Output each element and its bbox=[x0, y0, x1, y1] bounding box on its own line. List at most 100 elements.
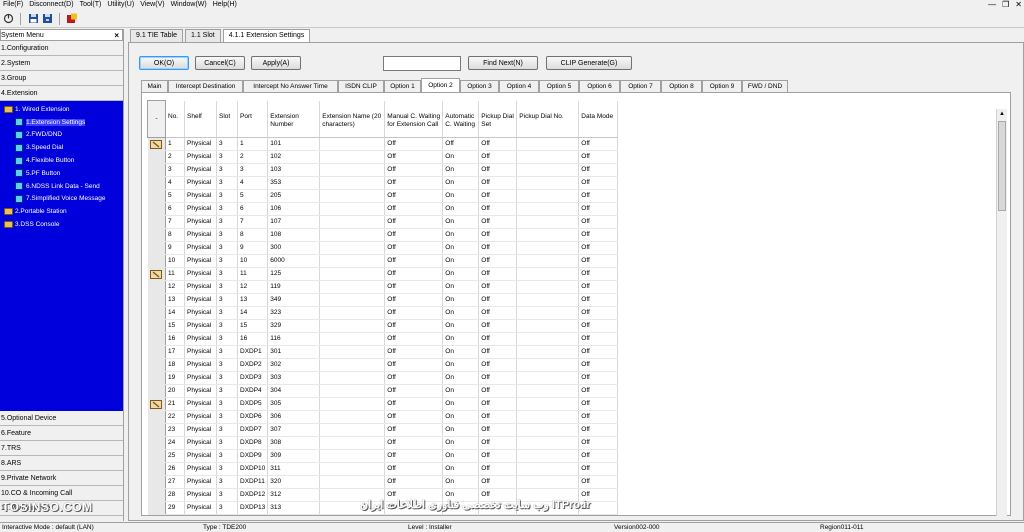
table-cell[interactable] bbox=[319, 475, 386, 489]
menu-help[interactable]: Help(H) bbox=[210, 0, 240, 10]
table-cell[interactable] bbox=[319, 423, 386, 437]
row-selector[interactable] bbox=[147, 176, 166, 190]
table-cell[interactable]: Off bbox=[478, 423, 518, 437]
table-cell[interactable]: 21 bbox=[165, 397, 185, 411]
table-cell[interactable] bbox=[319, 241, 386, 255]
table-cell[interactable] bbox=[516, 228, 580, 242]
subtab[interactable]: Option 1 bbox=[384, 80, 421, 92]
table-cell[interactable] bbox=[319, 293, 386, 307]
table-row[interactable]: 1 Physical 3 1 101 Off Off Off Off bbox=[147, 137, 619, 151]
subtab[interactable]: Option 9 bbox=[702, 80, 742, 92]
table-cell[interactable]: Off bbox=[578, 306, 619, 320]
table-cell[interactable]: On bbox=[442, 345, 480, 359]
row-selector[interactable] bbox=[147, 189, 166, 203]
table-row[interactable]: 3 Physical 3 3 103 Off On Off Off bbox=[147, 163, 619, 177]
table-cell[interactable]: 304 bbox=[267, 384, 321, 398]
row-selector[interactable] bbox=[147, 306, 166, 320]
row-selector[interactable] bbox=[147, 267, 166, 281]
table-cell[interactable]: 3 bbox=[216, 280, 238, 294]
table-cell[interactable] bbox=[516, 202, 580, 216]
table-cell[interactable]: 20 bbox=[165, 384, 185, 398]
table-cell[interactable]: 353 bbox=[267, 176, 321, 190]
table-cell[interactable]: On bbox=[442, 358, 480, 372]
table-cell[interactable]: Off bbox=[478, 241, 518, 255]
category-ars[interactable]: 8.ARS bbox=[0, 456, 123, 471]
table-cell[interactable]: 3 bbox=[216, 475, 238, 489]
table-cell[interactable]: On bbox=[442, 202, 480, 216]
table-cell[interactable]: Physical bbox=[184, 137, 217, 151]
row-selector[interactable] bbox=[147, 397, 166, 411]
category-co-incoming-call[interactable]: 10.CO & Incoming Call bbox=[0, 486, 123, 501]
table-cell[interactable]: Off bbox=[478, 293, 518, 307]
table-cell[interactable]: Physical bbox=[184, 176, 217, 190]
subtab[interactable]: Intercept Destination bbox=[168, 80, 243, 92]
table-cell[interactable]: 19 bbox=[165, 371, 185, 385]
table-row[interactable]: 26 Physical 3 DXDP10 311 Off On Off Off bbox=[147, 462, 619, 476]
table-cell[interactable]: Off bbox=[384, 241, 444, 255]
table-cell[interactable]: Off bbox=[578, 202, 619, 216]
close-icon[interactable]: × bbox=[114, 31, 119, 40]
table-cell[interactable]: 307 bbox=[267, 423, 321, 437]
table-cell[interactable]: 27 bbox=[165, 475, 185, 489]
table-cell[interactable]: Off bbox=[478, 449, 518, 463]
table-cell[interactable]: 1 bbox=[165, 137, 185, 151]
subtab[interactable]: Option 8 bbox=[661, 80, 702, 92]
table-cell[interactable]: 11 bbox=[165, 267, 185, 281]
table-cell[interactable]: 301 bbox=[267, 345, 321, 359]
table-cell[interactable]: Off bbox=[384, 267, 444, 281]
tree-item[interactable]: 1. Wired Extension bbox=[0, 103, 123, 116]
table-cell[interactable]: 101 bbox=[267, 137, 321, 151]
row-selector[interactable] bbox=[147, 371, 166, 385]
select-all-header[interactable]: - bbox=[147, 100, 166, 138]
table-cell[interactable]: On bbox=[442, 319, 480, 333]
table-cell[interactable]: 13 bbox=[165, 293, 185, 307]
table-row[interactable]: 22 Physical 3 DXDP6 306 Off On Off Off bbox=[147, 410, 619, 424]
table-cell[interactable]: Off bbox=[384, 462, 444, 476]
table-cell[interactable]: DXDP12 bbox=[237, 488, 269, 502]
tree-item[interactable]: 3.Speed Dial bbox=[0, 141, 123, 154]
table-cell[interactable]: Off bbox=[478, 254, 518, 268]
table-cell[interactable] bbox=[516, 371, 580, 385]
table-cell[interactable]: 302 bbox=[267, 358, 321, 372]
table-cell[interactable] bbox=[516, 267, 580, 281]
table-cell[interactable]: 23 bbox=[165, 423, 185, 437]
table-cell[interactable] bbox=[319, 384, 386, 398]
table-cell[interactable]: Physical bbox=[184, 189, 217, 203]
tree-item[interactable]: 1.Extension Settings bbox=[0, 116, 123, 129]
table-cell[interactable]: Off bbox=[384, 423, 444, 437]
table-cell[interactable]: Physical bbox=[184, 436, 217, 450]
table-cell[interactable] bbox=[319, 462, 386, 476]
table-cell[interactable]: Off bbox=[442, 137, 480, 151]
table-cell[interactable]: On bbox=[442, 475, 480, 489]
subtab[interactable]: Option 4 bbox=[499, 80, 539, 92]
tree-item[interactable]: 2.Portable Station bbox=[0, 205, 123, 218]
column-header[interactable]: No. bbox=[165, 100, 185, 138]
table-cell[interactable]: Off bbox=[478, 436, 518, 450]
table-cell[interactable]: DXDP11 bbox=[237, 475, 269, 489]
table-cell[interactable]: Off bbox=[478, 345, 518, 359]
program-icon[interactable] bbox=[66, 13, 78, 25]
table-cell[interactable]: 4 bbox=[165, 176, 185, 190]
table-cell[interactable]: 205 bbox=[267, 189, 321, 203]
table-cell[interactable]: Off bbox=[578, 371, 619, 385]
table-row[interactable]: 12 Physical 3 12 119 Off On Off Off bbox=[147, 280, 619, 294]
scroll-thumb[interactable] bbox=[998, 121, 1006, 211]
table-row[interactable]: 4 Physical 3 4 353 Off On Off Off bbox=[147, 176, 619, 190]
table-cell[interactable]: Physical bbox=[184, 410, 217, 424]
table-cell[interactable]: 22 bbox=[165, 410, 185, 424]
table-cell[interactable]: DXDP6 bbox=[237, 410, 269, 424]
table-cell[interactable]: 3 bbox=[237, 163, 269, 177]
table-row[interactable]: 17 Physical 3 DXDP1 301 Off On Off Off bbox=[147, 345, 619, 359]
restore-icon[interactable]: ❐ bbox=[1002, 0, 1009, 10]
row-selector[interactable] bbox=[147, 410, 166, 424]
table-cell[interactable]: Physical bbox=[184, 150, 217, 164]
table-cell[interactable]: Off bbox=[384, 215, 444, 229]
table-cell[interactable] bbox=[319, 345, 386, 359]
table-cell[interactable] bbox=[516, 280, 580, 294]
connect-icon[interactable] bbox=[2, 13, 14, 25]
table-cell[interactable]: Physical bbox=[184, 280, 217, 294]
table-cell[interactable]: 3 bbox=[216, 163, 238, 177]
table-cell[interactable]: DXDP3 bbox=[237, 371, 269, 385]
table-cell[interactable] bbox=[319, 410, 386, 424]
table-cell[interactable]: 5 bbox=[165, 189, 185, 203]
